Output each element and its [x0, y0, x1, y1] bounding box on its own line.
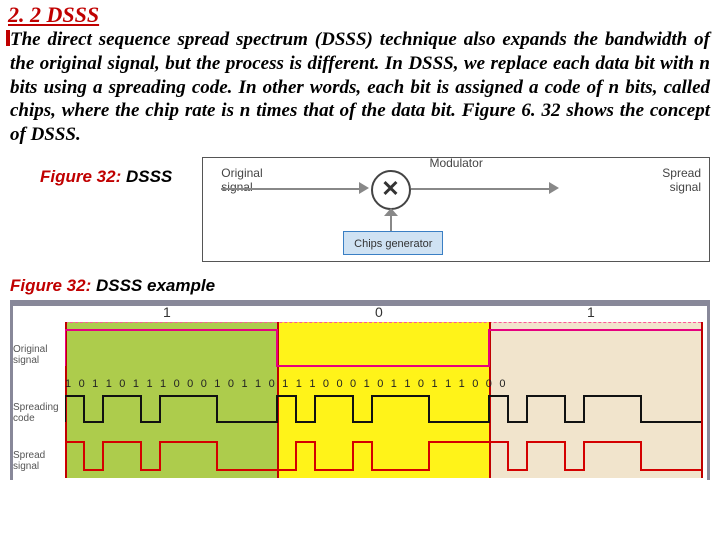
arrow-right-icon	[359, 182, 369, 194]
spread-signal-label: Spread signal	[662, 166, 701, 194]
original-signal-side-label: Original signal	[13, 344, 63, 366]
spread-signal-side-label: Spread signal	[13, 450, 63, 472]
spread-signal-wave	[65, 438, 705, 474]
modulator-label: Modulator	[429, 156, 482, 170]
spreading-code-bits: 1 0 1 1 0 1 1 1 0 0 0 1 0 1 1 0 1 1 1 0 …	[65, 378, 705, 390]
section-paragraph: The direct sequence spread spectrum (DSS…	[0, 28, 720, 153]
top-bit: 1	[587, 304, 595, 320]
arrow-line	[411, 188, 551, 190]
figure-title: DSSS example	[91, 276, 215, 295]
multiply-icon: ✕	[381, 176, 399, 202]
figure-32-caption: Figure 32: DSSS	[40, 157, 172, 187]
figure-32-example-caption: Figure 32: DSSS example	[0, 262, 720, 298]
figure-title: DSSS	[121, 167, 172, 186]
spreading-code-wave	[65, 392, 705, 426]
dsss-diagram: Original signal Modulator ✕ Spread signa…	[202, 157, 710, 262]
cursor-bar	[6, 30, 10, 46]
dsss-example-diagram: 1 0 1 Original signal Spreading code Spr…	[10, 300, 710, 480]
top-bit: 1	[163, 304, 171, 320]
chips-generator-box: Chips generator	[343, 231, 443, 255]
figure-label: Figure 32:	[10, 276, 91, 295]
section-heading: 2. 2 DSSS	[0, 0, 720, 28]
arrow-up-icon	[384, 208, 398, 216]
top-bit: 0	[375, 304, 383, 320]
dashed-guide-line	[65, 322, 701, 323]
arrow-line	[221, 188, 361, 190]
original-signal-wave	[65, 326, 705, 368]
figure-label: Figure 32:	[40, 167, 121, 186]
arrow-right-icon	[549, 182, 559, 194]
figure-32-row: Figure 32: DSSS Original signal Modulato…	[0, 153, 720, 262]
spreading-code-side-label: Spreading code	[13, 402, 63, 424]
